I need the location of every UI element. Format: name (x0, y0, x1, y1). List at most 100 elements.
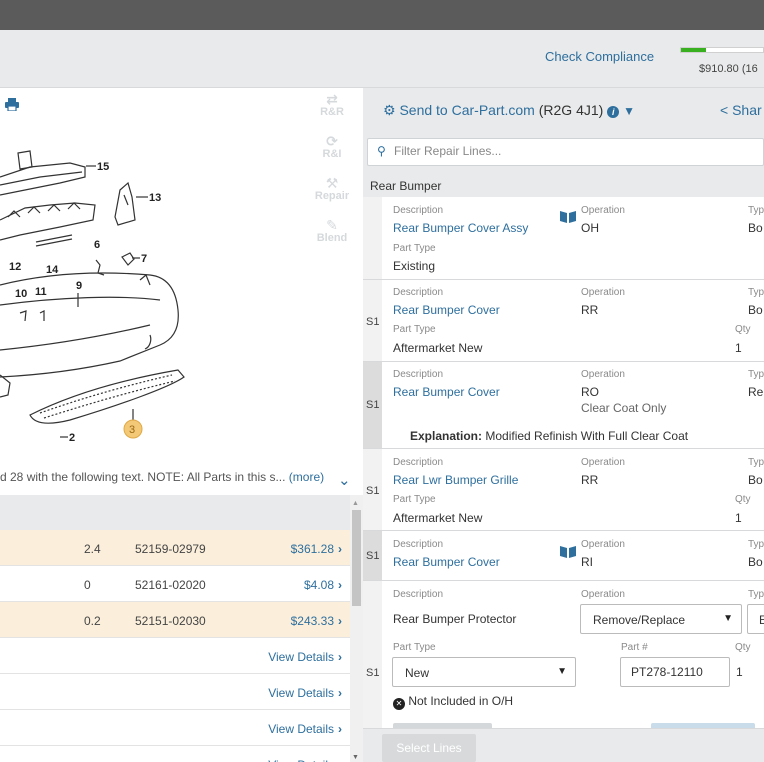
row-price-link[interactable]: $361.28 › (291, 542, 342, 556)
send-to-car-part-button[interactable]: ⚙ Send to Car-Part.com (R2G 4J1) i ▼ (383, 102, 635, 119)
filter-repair-lines[interactable]: ⚲ (367, 138, 764, 166)
book-icon[interactable] (559, 209, 577, 223)
chevron-down-icon: ▼ (557, 666, 567, 677)
row-price-link[interactable]: View Details › (268, 758, 342, 762)
send-code: (R2G 4J1) (538, 102, 604, 118)
table-row[interactable]: View Details › (0, 638, 350, 674)
type-label: Typ (748, 369, 764, 380)
row-price-link[interactable]: View Details › (268, 650, 342, 664)
dropdown-caret-icon[interactable]: ▼ (623, 104, 635, 118)
chevron-right-icon: › (338, 578, 342, 592)
callout-11[interactable]: 11 (35, 286, 47, 298)
part-type-select-value: New (405, 666, 430, 680)
operation-label: Operation (581, 457, 625, 468)
row-qty: 0.2 (84, 614, 101, 628)
expand-chevron-icon[interactable]: ⌄ (338, 471, 351, 489)
repair-line[interactable]: Description Rear Bumper Cover Assy Opera… (363, 197, 764, 280)
row-qty: 2.4 (84, 542, 101, 556)
row-price-link[interactable]: $4.08 › (304, 578, 342, 592)
section-title: Rear Bumper (370, 179, 442, 193)
part-type-label: Part Type (393, 324, 436, 335)
callout-3-badge[interactable]: 3 (129, 424, 135, 436)
part-type-select[interactable]: New ▼ (392, 657, 576, 687)
callout-6[interactable]: 6 (94, 239, 100, 251)
part-number-input[interactable]: PT278-12110 (620, 657, 730, 687)
table-row[interactable]: View Details › (0, 710, 350, 746)
operation-select-value: Remove/Replace (593, 613, 686, 627)
table-row[interactable]: 0 52161-02020 $4.08 › (0, 566, 350, 602)
scrollbar-thumb[interactable] (352, 510, 361, 606)
share-button[interactable]: < Shar (720, 102, 762, 118)
row-part-number: 52161-02020 (135, 578, 206, 592)
line-description[interactable]: Rear Bumper Cover (393, 303, 500, 317)
row-price: View Details (268, 686, 334, 700)
scroll-down-icon[interactable]: ▼ (352, 754, 359, 761)
callout-15[interactable]: 15 (97, 161, 109, 173)
repair-line[interactable]: S1 Description Rear Bumper Cover Operati… (363, 531, 764, 581)
print-icon[interactable] (5, 98, 19, 111)
type-select-value: E (759, 613, 764, 627)
callout-9[interactable]: 9 (76, 280, 82, 292)
line-description[interactable]: Rear Bumper Cover (393, 555, 500, 569)
callout-2[interactable]: 2 (69, 432, 75, 444)
info-icon[interactable]: i (607, 106, 620, 118)
callout-13[interactable]: 13 (149, 192, 161, 204)
line-s1: S1 (366, 550, 380, 562)
operation-label: Operation (581, 369, 625, 380)
line-type: Bo (748, 473, 763, 487)
not-included-toggle[interactable]: ✕ Not Included in O/H (393, 694, 513, 710)
scroll-up-icon[interactable]: ▲ (352, 500, 359, 507)
line-description[interactable]: Rear Lwr Bumper Grille (393, 473, 518, 487)
type-select[interactable]: E (747, 604, 764, 634)
table-row[interactable]: View Details › (0, 674, 350, 710)
part-type-label: Part Type (393, 642, 436, 653)
line-description: Rear Bumper Protector (393, 612, 517, 626)
table-row[interactable]: 0.2 52151-02030 $243.33 › (0, 602, 350, 638)
share-nodes-icon: ⚙ (383, 102, 396, 118)
line-gutter (363, 197, 382, 279)
tool-label: R&R (320, 106, 344, 118)
line-description[interactable]: Rear Bumper Cover Assy (393, 221, 528, 235)
table-row[interactable]: 2.4 52159-02979 $361.28 › (0, 530, 350, 566)
search-icon: ⚲ (377, 144, 386, 158)
line-description[interactable]: Rear Bumper Cover (393, 385, 500, 399)
filter-input[interactable] (394, 144, 694, 158)
row-price: $4.08 (303, 578, 334, 592)
parts-table-header (0, 495, 350, 530)
book-icon[interactable] (559, 544, 577, 558)
description-label: Description (393, 287, 444, 298)
line-qty[interactable]: 1 (736, 665, 743, 679)
check-compliance-link[interactable]: Check Compliance (545, 49, 654, 64)
r-and-r-tool[interactable]: ⇄ R&R (310, 92, 354, 118)
row-price-link[interactable]: View Details › (268, 686, 342, 700)
operation-select[interactable]: Remove/Replace ▼ (580, 604, 742, 634)
row-price: $361.28 (290, 542, 334, 556)
more-link[interactable]: (more) (289, 470, 324, 484)
repair-line[interactable]: S1 Description Rear Bumper Cover Operati… (363, 280, 764, 362)
compliance-progress-fill (681, 48, 706, 52)
repair-line-editor[interactable]: S1 Description Rear Bumper Protector Ope… (363, 581, 764, 728)
line-operation-note: Clear Coat Only (581, 401, 667, 415)
line-type: Bo (748, 221, 763, 235)
table-row[interactable]: View Details › (0, 746, 350, 762)
line-s1: S1 (366, 316, 380, 328)
row-price-link[interactable]: $243.33 › (291, 614, 342, 628)
callout-7[interactable]: 7 (141, 253, 147, 265)
row-price: View Details (268, 758, 334, 762)
estimate-total: $910.80 (16 (699, 63, 758, 75)
select-lines-button[interactable]: Select Lines (382, 734, 476, 762)
chevron-right-icon: › (338, 614, 342, 628)
not-included-label: Not Included in O/H (408, 694, 514, 708)
type-label: Typ (748, 205, 764, 216)
repair-line[interactable]: S1 Description Rear Bumper Cover Operati… (363, 362, 764, 449)
callout-14[interactable]: 14 (46, 264, 59, 276)
description-label: Description (393, 539, 444, 550)
repair-line[interactable]: S1 Description Rear Lwr Bumper Grille Op… (363, 449, 764, 531)
row-price-link[interactable]: View Details › (268, 722, 342, 736)
callout-10[interactable]: 10 (15, 288, 27, 300)
rear-bumper-parts-diagram[interactable]: 15 13 12 14 6 7 10 11 9 2 3 (0, 125, 360, 460)
line-part-type: Aftermarket New (393, 341, 483, 355)
line-type: Re (748, 385, 764, 399)
type-label: Typ (748, 589, 764, 600)
callout-12[interactable]: 12 (9, 261, 21, 273)
